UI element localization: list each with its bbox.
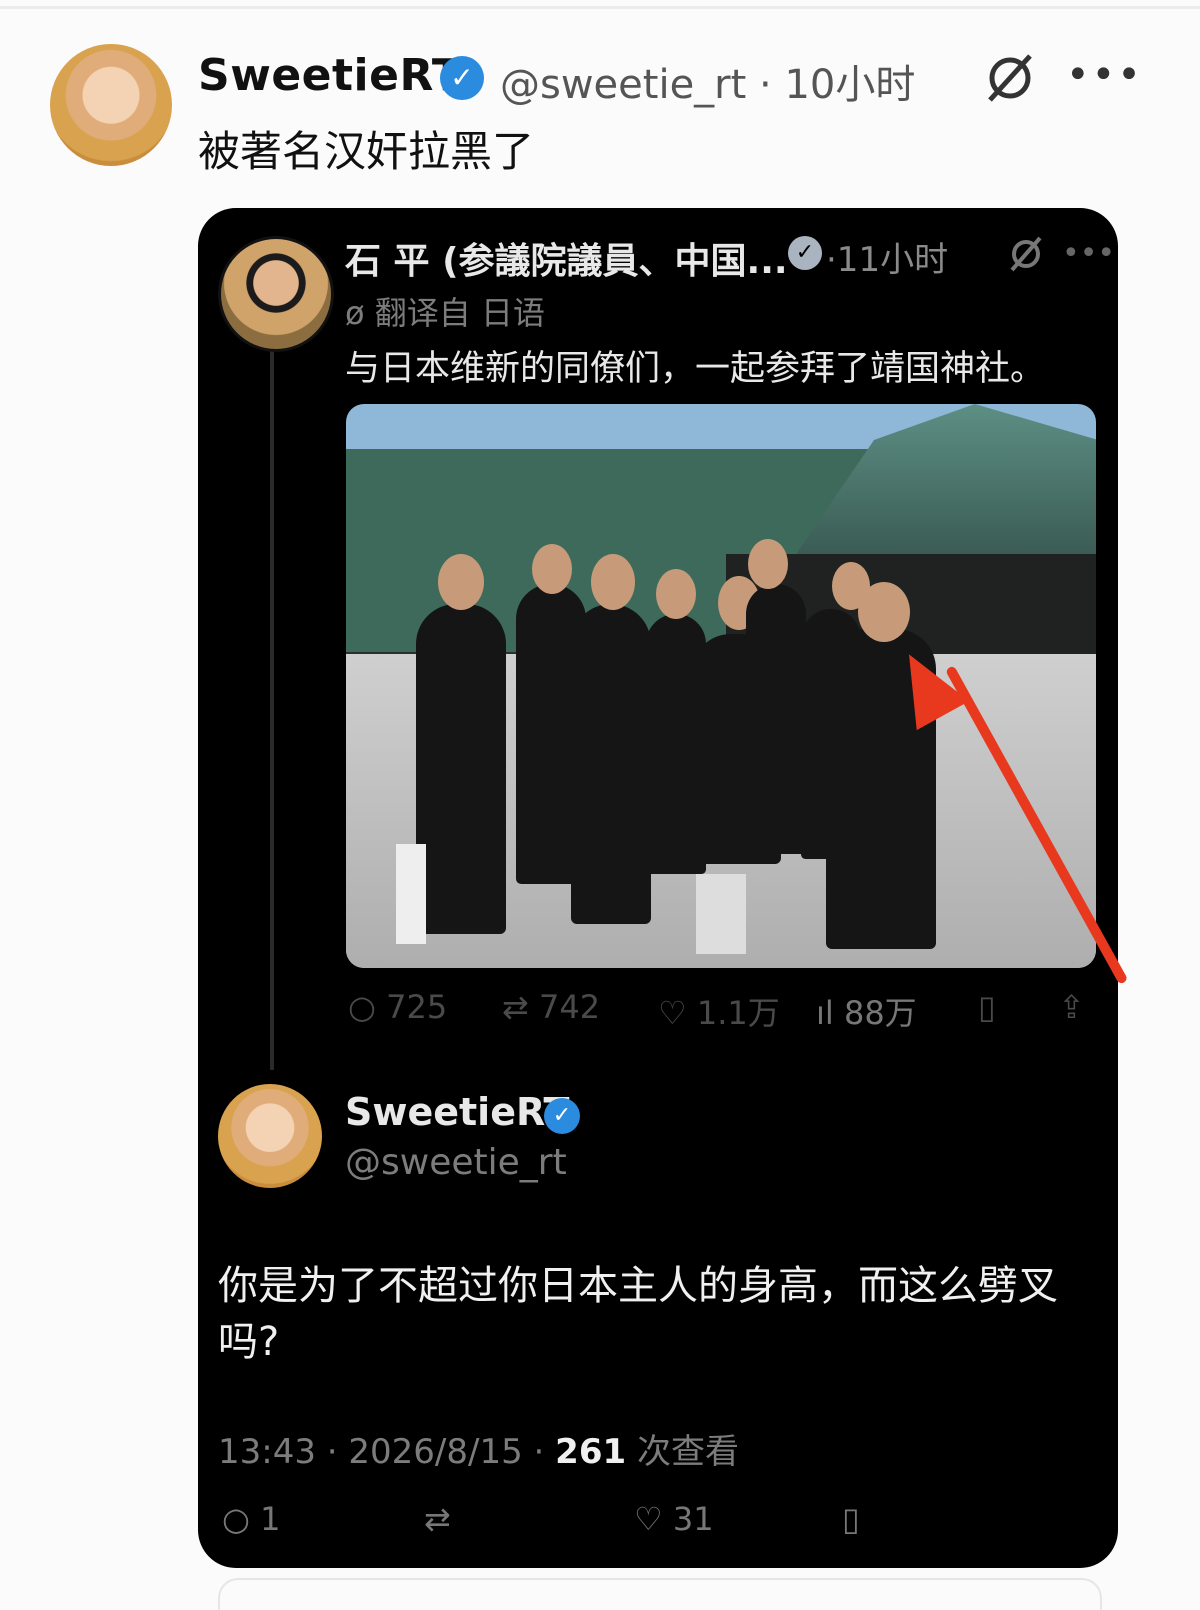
reply-timestamp: 13:43 · 2026/8/15 · bbox=[218, 1432, 556, 1472]
paper-bag bbox=[396, 844, 426, 944]
translated-label[interactable]: ø 翻译自 日语 bbox=[345, 288, 545, 334]
post-text: 被著名汉奸拉黑了 bbox=[198, 127, 535, 176]
reply-view-label: 次查看 bbox=[626, 1432, 739, 1472]
like-count-value: 1.1万 bbox=[696, 994, 780, 1032]
next-post-edge bbox=[218, 1578, 1102, 1610]
reply-icon: ○ bbox=[348, 988, 387, 1026]
thread-line bbox=[270, 350, 274, 1070]
person-head bbox=[748, 539, 788, 589]
post-photo[interactable] bbox=[346, 404, 1096, 968]
views-icon: ıl bbox=[816, 994, 844, 1032]
reply-meta: 13:43 · 2026/8/15 · 261 次查看 bbox=[218, 1424, 739, 1473]
author-avatar[interactable] bbox=[50, 44, 172, 166]
top-divider bbox=[0, 6, 1200, 9]
reply-author-name[interactable]: SweetieRT bbox=[345, 1090, 569, 1134]
grok-icon[interactable] bbox=[982, 50, 1038, 106]
person-head bbox=[532, 544, 572, 594]
like-icon: ♡ bbox=[634, 1500, 673, 1538]
reply-like-value: 31 bbox=[672, 1500, 714, 1538]
reply-text: 你是为了不超过你日本主人的身高，而这么劈叉吗? bbox=[218, 1263, 1058, 1365]
quoted-post-text: 与日本维新的同僚们，一起参拜了靖国神社。 bbox=[345, 349, 1046, 389]
reply-handle[interactable]: @sweetie_rt bbox=[345, 1142, 567, 1183]
reply-count[interactable]: ○ 725 bbox=[348, 988, 447, 1026]
person-head bbox=[591, 554, 635, 610]
verified-badge-icon: ✓ bbox=[440, 56, 484, 100]
more-options-icon[interactable]: ••• bbox=[1066, 52, 1143, 98]
view-count-value: 88万 bbox=[843, 994, 917, 1032]
reply-reply-value: 1 bbox=[260, 1500, 281, 1538]
view-count[interactable]: ıl 88万 bbox=[816, 988, 917, 1034]
reply-view-number: 261 bbox=[555, 1432, 627, 1472]
quoted-author-avatar[interactable] bbox=[218, 236, 334, 352]
bookmark-icon[interactable]: ▯ bbox=[978, 988, 996, 1026]
quoted-author-name[interactable]: 石 平 (参議院議員、中国... bbox=[345, 232, 788, 284]
author-name[interactable]: SweetieRT bbox=[198, 50, 462, 101]
reply-icon: ○ bbox=[222, 1500, 261, 1538]
author-handle-time[interactable]: @sweetie_rt · 10小时 bbox=[500, 52, 915, 110]
reply-bookmark-icon[interactable]: ▯ bbox=[842, 1500, 860, 1538]
like-icon: ♡ bbox=[658, 994, 697, 1032]
translated-text: 翻译自 日语 bbox=[374, 294, 545, 332]
reply-like-count[interactable]: ♡ 31 bbox=[634, 1500, 714, 1538]
paper-bag bbox=[696, 874, 746, 954]
person-head bbox=[858, 582, 910, 642]
reply-reply-count[interactable]: ○ 1 bbox=[222, 1500, 280, 1538]
person bbox=[746, 584, 806, 854]
reply-author-avatar[interactable] bbox=[218, 1084, 322, 1188]
repost-icon: ⇄ bbox=[424, 1500, 451, 1538]
quoted-verified-icon: ✓ bbox=[788, 236, 822, 270]
repost-icon: ⇄ bbox=[502, 988, 539, 1026]
translate-icon: ø bbox=[345, 294, 375, 332]
repost-count[interactable]: ⇄ 742 bbox=[502, 988, 600, 1026]
person bbox=[416, 604, 506, 934]
reply-count-value: 725 bbox=[386, 988, 448, 1026]
reply-verified-icon: ✓ bbox=[544, 1098, 580, 1134]
reply-repost-button[interactable]: ⇄ bbox=[424, 1500, 451, 1538]
person bbox=[571, 604, 651, 924]
share-icon[interactable]: ⇪ bbox=[1058, 988, 1085, 1026]
quoted-time: ·11小时 bbox=[826, 240, 949, 280]
person-head bbox=[438, 554, 484, 610]
quoted-grok-icon[interactable] bbox=[1006, 234, 1046, 274]
repost-count-value: 742 bbox=[538, 988, 601, 1026]
quoted-more-icon[interactable]: ••• bbox=[1062, 236, 1115, 271]
person-head bbox=[656, 569, 696, 619]
like-count[interactable]: ♡ 1.1万 bbox=[658, 988, 780, 1034]
